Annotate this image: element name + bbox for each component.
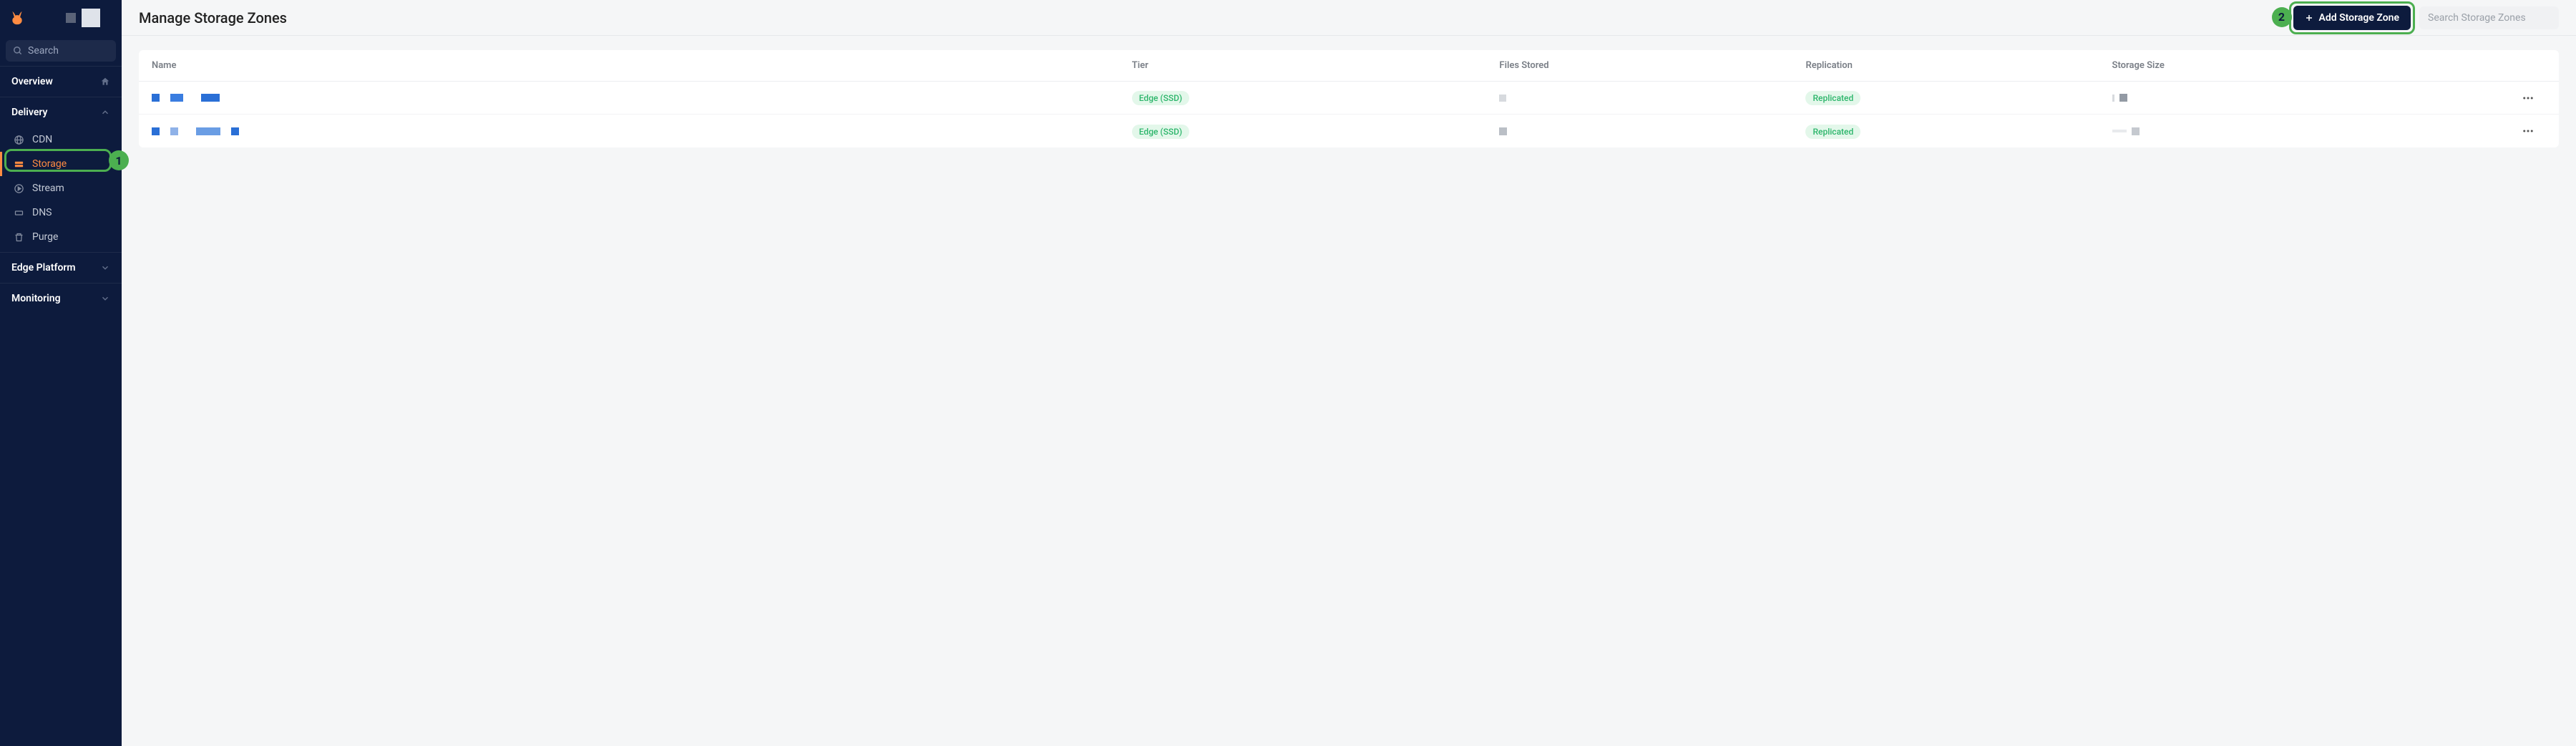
search-icon	[13, 46, 23, 56]
obscured-block	[1499, 127, 1507, 135]
name-cell	[152, 94, 1132, 102]
trash-icon	[14, 232, 24, 243]
main: Manage Storage Zones Add Storage Zone 2 …	[122, 0, 2576, 746]
add-storage-zone-button[interactable]: Add Storage Zone	[2293, 6, 2411, 30]
bunny-logo-icon	[10, 10, 24, 26]
more-horizontal-icon	[2522, 125, 2534, 137]
storage-zones-table: Name Tier Files Stored Replication Stora…	[139, 50, 2559, 147]
chevron-down-icon	[100, 263, 110, 273]
obscured-block	[231, 127, 239, 135]
storage-icon	[14, 159, 24, 170]
replication-badge: Replicated	[1805, 125, 1860, 139]
obscured-block	[152, 127, 160, 135]
col-size: Storage Size	[2112, 60, 2510, 71]
table-row[interactable]: Edge (SSD) Replicated	[139, 82, 2559, 115]
name-cell	[152, 127, 1132, 135]
sidebar-search[interactable]: Search	[6, 40, 116, 62]
nav-section-overview[interactable]: Overview	[0, 67, 122, 97]
sidebar-header	[0, 0, 122, 36]
nav-item-purge[interactable]: Purge	[0, 225, 122, 249]
nav-item-stream[interactable]: Stream	[0, 176, 122, 200]
col-name: Name	[152, 60, 1132, 71]
obscured-block	[201, 94, 220, 102]
col-files: Files Stored	[1499, 60, 1805, 71]
page-title: Manage Storage Zones	[139, 9, 287, 26]
search-zones-input[interactable]	[2428, 12, 2555, 24]
nav-item-storage[interactable]: Storage	[0, 152, 122, 176]
plus-icon	[2305, 14, 2313, 22]
nav-section-monitoring[interactable]: Monitoring	[0, 284, 122, 314]
obscured-block	[2112, 95, 2114, 102]
dns-icon	[14, 208, 24, 218]
chevron-up-icon	[100, 107, 110, 117]
obscured-block	[2112, 130, 2127, 132]
obscured-block	[196, 127, 220, 135]
sidebar: Search Overview Delivery CDN Storage Str…	[0, 0, 122, 746]
obscured-block	[1499, 95, 1506, 102]
more-horizontal-icon	[2522, 92, 2534, 105]
table-row[interactable]: Edge (SSD) Replicated	[139, 115, 2559, 147]
chevron-down-icon	[100, 294, 110, 304]
obscured-block	[2132, 127, 2140, 135]
table-header: Name Tier Files Stored Replication Stora…	[139, 50, 2559, 82]
header-actions: Add Storage Zone 2	[2293, 6, 2560, 30]
tier-badge: Edge (SSD)	[1132, 125, 1189, 139]
nav-item-dns[interactable]: DNS	[0, 200, 122, 225]
callout-badge-2: 2	[2272, 7, 2292, 27]
page-header: Manage Storage Zones Add Storage Zone 2	[122, 0, 2576, 36]
content: Name Tier Files Stored Replication Stora…	[122, 36, 2576, 746]
row-actions-button[interactable]	[2510, 125, 2546, 137]
obscured-block	[170, 94, 183, 102]
nav-section-delivery[interactable]: Delivery	[0, 97, 122, 127]
obscured-block	[152, 94, 160, 102]
globe-icon	[14, 135, 24, 145]
obscured-block	[66, 13, 76, 23]
obscured-block	[170, 127, 178, 135]
row-actions-button[interactable]	[2510, 92, 2546, 105]
obscured-block	[2119, 94, 2127, 102]
col-replication: Replication	[1805, 60, 2112, 71]
replication-badge: Replicated	[1805, 91, 1860, 105]
callout-badge-1: 1	[109, 150, 129, 170]
nav-item-cdn[interactable]: CDN	[0, 127, 122, 152]
play-icon	[14, 183, 24, 194]
col-tier: Tier	[1132, 60, 1500, 71]
nav-section-edge[interactable]: Edge Platform	[0, 253, 122, 283]
sidebar-search-label: Search	[28, 45, 59, 57]
home-icon	[100, 77, 110, 87]
tier-badge: Edge (SSD)	[1132, 91, 1189, 105]
obscured-block	[82, 9, 100, 27]
search-zones-input-wrap[interactable]	[2419, 6, 2559, 29]
